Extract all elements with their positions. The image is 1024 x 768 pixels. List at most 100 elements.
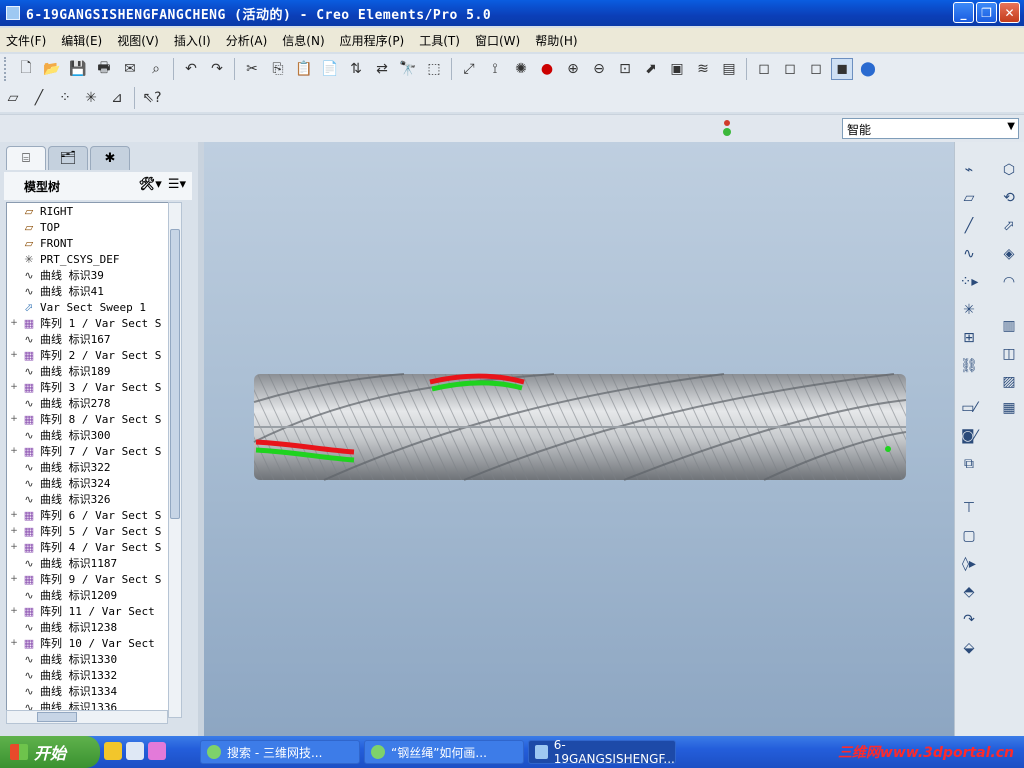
- tree-item[interactable]: ∿ 曲线 标识41: [7, 283, 181, 299]
- new-file-icon[interactable]: 🗋: [15, 58, 37, 80]
- draft-icon[interactable]: ▦: [997, 396, 1021, 420]
- tree-item[interactable]: + ▦ 阵列 11 / Var Sect: [7, 603, 181, 619]
- find-icon[interactable]: 🔭: [397, 58, 419, 80]
- csys-display-icon[interactable]: ✳: [80, 87, 102, 109]
- tree-item[interactable]: + ▦ 阵列 8 / Var Sect S: [7, 411, 181, 427]
- tree-item[interactable]: ∿ 曲线 标识326: [7, 491, 181, 507]
- chamfer-icon[interactable]: ▢: [957, 524, 981, 548]
- menu-item-0[interactable]: 文件(F): [6, 32, 46, 49]
- pattern-tool-icon[interactable]: ◊▸: [957, 552, 981, 576]
- tree-settings-icon[interactable]: 🛠▾: [139, 177, 162, 192]
- tree-item[interactable]: ∿ 曲线 标识1238: [7, 619, 181, 635]
- tree-item[interactable]: ∿ 曲线 标识189: [7, 363, 181, 379]
- tree-item[interactable]: + ▦ 阵列 3 / Var Sect S: [7, 379, 181, 395]
- enhanced-realism-icon[interactable]: ⬤: [857, 58, 879, 80]
- graphics-window[interactable]: [204, 142, 954, 736]
- selection-filter-dropdown[interactable]: 智能 ▼: [842, 118, 1019, 139]
- tree-item[interactable]: ∿ 曲线 标识322: [7, 459, 181, 475]
- menu-item-3[interactable]: 插入(I): [174, 32, 211, 49]
- tree-item[interactable]: ▱ RIGHT: [7, 203, 181, 219]
- wire-rope-model[interactable]: [204, 142, 954, 736]
- point-tool-icon[interactable]: ⁘▸: [957, 270, 981, 294]
- tree-item[interactable]: ∿ 曲线 标识39: [7, 267, 181, 283]
- tree-item[interactable]: ▱ TOP: [7, 219, 181, 235]
- start-button[interactable]: 开始: [0, 736, 100, 768]
- tree-item[interactable]: + ▦ 阵列 9 / Var Sect S: [7, 571, 181, 587]
- expand-icon[interactable]: +: [7, 414, 21, 424]
- tree-item[interactable]: + ▦ 阵列 6 / Var Sect S: [7, 507, 181, 523]
- menu-item-8[interactable]: 窗口(W): [475, 32, 520, 49]
- menu-item-7[interactable]: 工具(T): [419, 32, 460, 49]
- show-desktop-icon[interactable]: [126, 742, 144, 760]
- send-mail-icon[interactable]: ✉: [119, 58, 141, 80]
- tree-vertical-scrollbar[interactable]: [168, 202, 182, 718]
- quick-launch-icon[interactable]: [104, 742, 122, 760]
- plane-tool-icon[interactable]: ▱: [957, 186, 981, 210]
- rib-icon[interactable]: ▨: [997, 370, 1021, 394]
- expand-icon[interactable]: +: [7, 382, 21, 392]
- datum-point-display-icon[interactable]: ⁘: [54, 87, 76, 109]
- tree-item[interactable]: ∿ 曲线 标识278: [7, 395, 181, 411]
- expand-icon[interactable]: +: [7, 510, 21, 520]
- save-icon[interactable]: 💾: [67, 58, 89, 80]
- shading-icon[interactable]: ◼: [831, 58, 853, 80]
- tree-item[interactable]: ∿ 曲线 标识1334: [7, 683, 181, 699]
- tree-horizontal-scrollbar[interactable]: [6, 710, 168, 724]
- view-manager-icon[interactable]: ▤: [718, 58, 740, 80]
- annotation-display-icon[interactable]: ⊿: [106, 87, 128, 109]
- menu-item-2[interactable]: 视图(V): [117, 32, 159, 49]
- tab-favorites[interactable]: ✱: [90, 146, 130, 170]
- tree-item[interactable]: ∿ 曲线 标识1187: [7, 555, 181, 571]
- menu-item-4[interactable]: 分析(A): [226, 32, 268, 49]
- boundary-blend-icon[interactable]: ◠: [997, 270, 1021, 294]
- open-folder-icon[interactable]: 📂: [41, 58, 63, 80]
- no-hidden-icon[interactable]: ◻: [805, 58, 827, 80]
- tree-item[interactable]: ✳ PRT_CSYS_DEF: [7, 251, 181, 267]
- blend-icon[interactable]: ◈: [997, 242, 1021, 266]
- csys-tool-icon[interactable]: ✳: [957, 298, 981, 322]
- tree-item[interactable]: ∿ 曲线 标识1209: [7, 587, 181, 603]
- spin-center-icon[interactable]: ⟟: [484, 58, 506, 80]
- taskbar-item-creo[interactable]: 6-19GANGSISHENGF...: [528, 738, 676, 766]
- tab-folder-browser[interactable]: 🗂: [48, 146, 88, 170]
- tree-item[interactable]: ∿ 曲线 标识1330: [7, 651, 181, 667]
- expand-icon[interactable]: +: [7, 638, 21, 648]
- redo-icon[interactable]: ↷: [206, 58, 228, 80]
- context-help-icon[interactable]: ⇖?: [141, 87, 163, 109]
- trim-tool-icon[interactable]: ⧉: [957, 452, 981, 476]
- regenerate-manager-icon[interactable]: ⇄: [371, 58, 393, 80]
- tree-item[interactable]: ∿ 曲线 标识324: [7, 475, 181, 491]
- paste-icon[interactable]: 📋: [293, 58, 315, 80]
- curve-tool-icon[interactable]: ∿: [957, 242, 981, 266]
- expand-icon[interactable]: +: [7, 446, 21, 456]
- tree-item[interactable]: + ▦ 阵列 5 / Var Sect S: [7, 523, 181, 539]
- datum-axis-display-icon[interactable]: ╱: [28, 87, 50, 109]
- orient-mode-icon[interactable]: ✺: [510, 58, 532, 80]
- tree-item[interactable]: ∿ 曲线 标识1332: [7, 667, 181, 683]
- regenerate-icon[interactable]: ⇅: [345, 58, 367, 80]
- reference-tool-icon[interactable]: ⛓: [957, 354, 981, 378]
- tree-item[interactable]: ∿ 曲线 标识167: [7, 331, 181, 347]
- shell-icon[interactable]: ◫: [997, 342, 1021, 366]
- close-button[interactable]: ✕: [999, 2, 1020, 23]
- hidden-line-icon[interactable]: ◻: [779, 58, 801, 80]
- print-icon[interactable]: 🖶: [93, 58, 115, 80]
- zoom-in-icon[interactable]: ⊕: [562, 58, 584, 80]
- axis-tool-icon[interactable]: ╱: [957, 214, 981, 238]
- scroll-thumb[interactable]: [37, 712, 77, 722]
- paste-special-icon[interactable]: 📄: [319, 58, 341, 80]
- wireframe-icon[interactable]: ◻: [753, 58, 775, 80]
- menu-item-6[interactable]: 应用程序(P): [340, 32, 405, 49]
- mail-link-icon[interactable]: ⌕: [145, 58, 167, 80]
- tab-model-tree[interactable]: ⌸: [6, 146, 46, 170]
- merge-tool-icon[interactable]: ◙⁄: [957, 424, 981, 448]
- sketch-datum-icon[interactable]: ⌁: [957, 158, 981, 182]
- expand-icon[interactable]: +: [7, 318, 21, 328]
- tree-show-icon[interactable]: ☰▾: [168, 177, 186, 192]
- tree-item[interactable]: + ▦ 阵列 10 / Var Sect: [7, 635, 181, 651]
- menu-item-5[interactable]: 信息(N): [282, 32, 324, 49]
- saved-views-icon[interactable]: ▣: [666, 58, 688, 80]
- expand-icon[interactable]: +: [7, 526, 21, 536]
- reorient-icon[interactable]: ⬈: [640, 58, 662, 80]
- tree-item[interactable]: ▱ FRONT: [7, 235, 181, 251]
